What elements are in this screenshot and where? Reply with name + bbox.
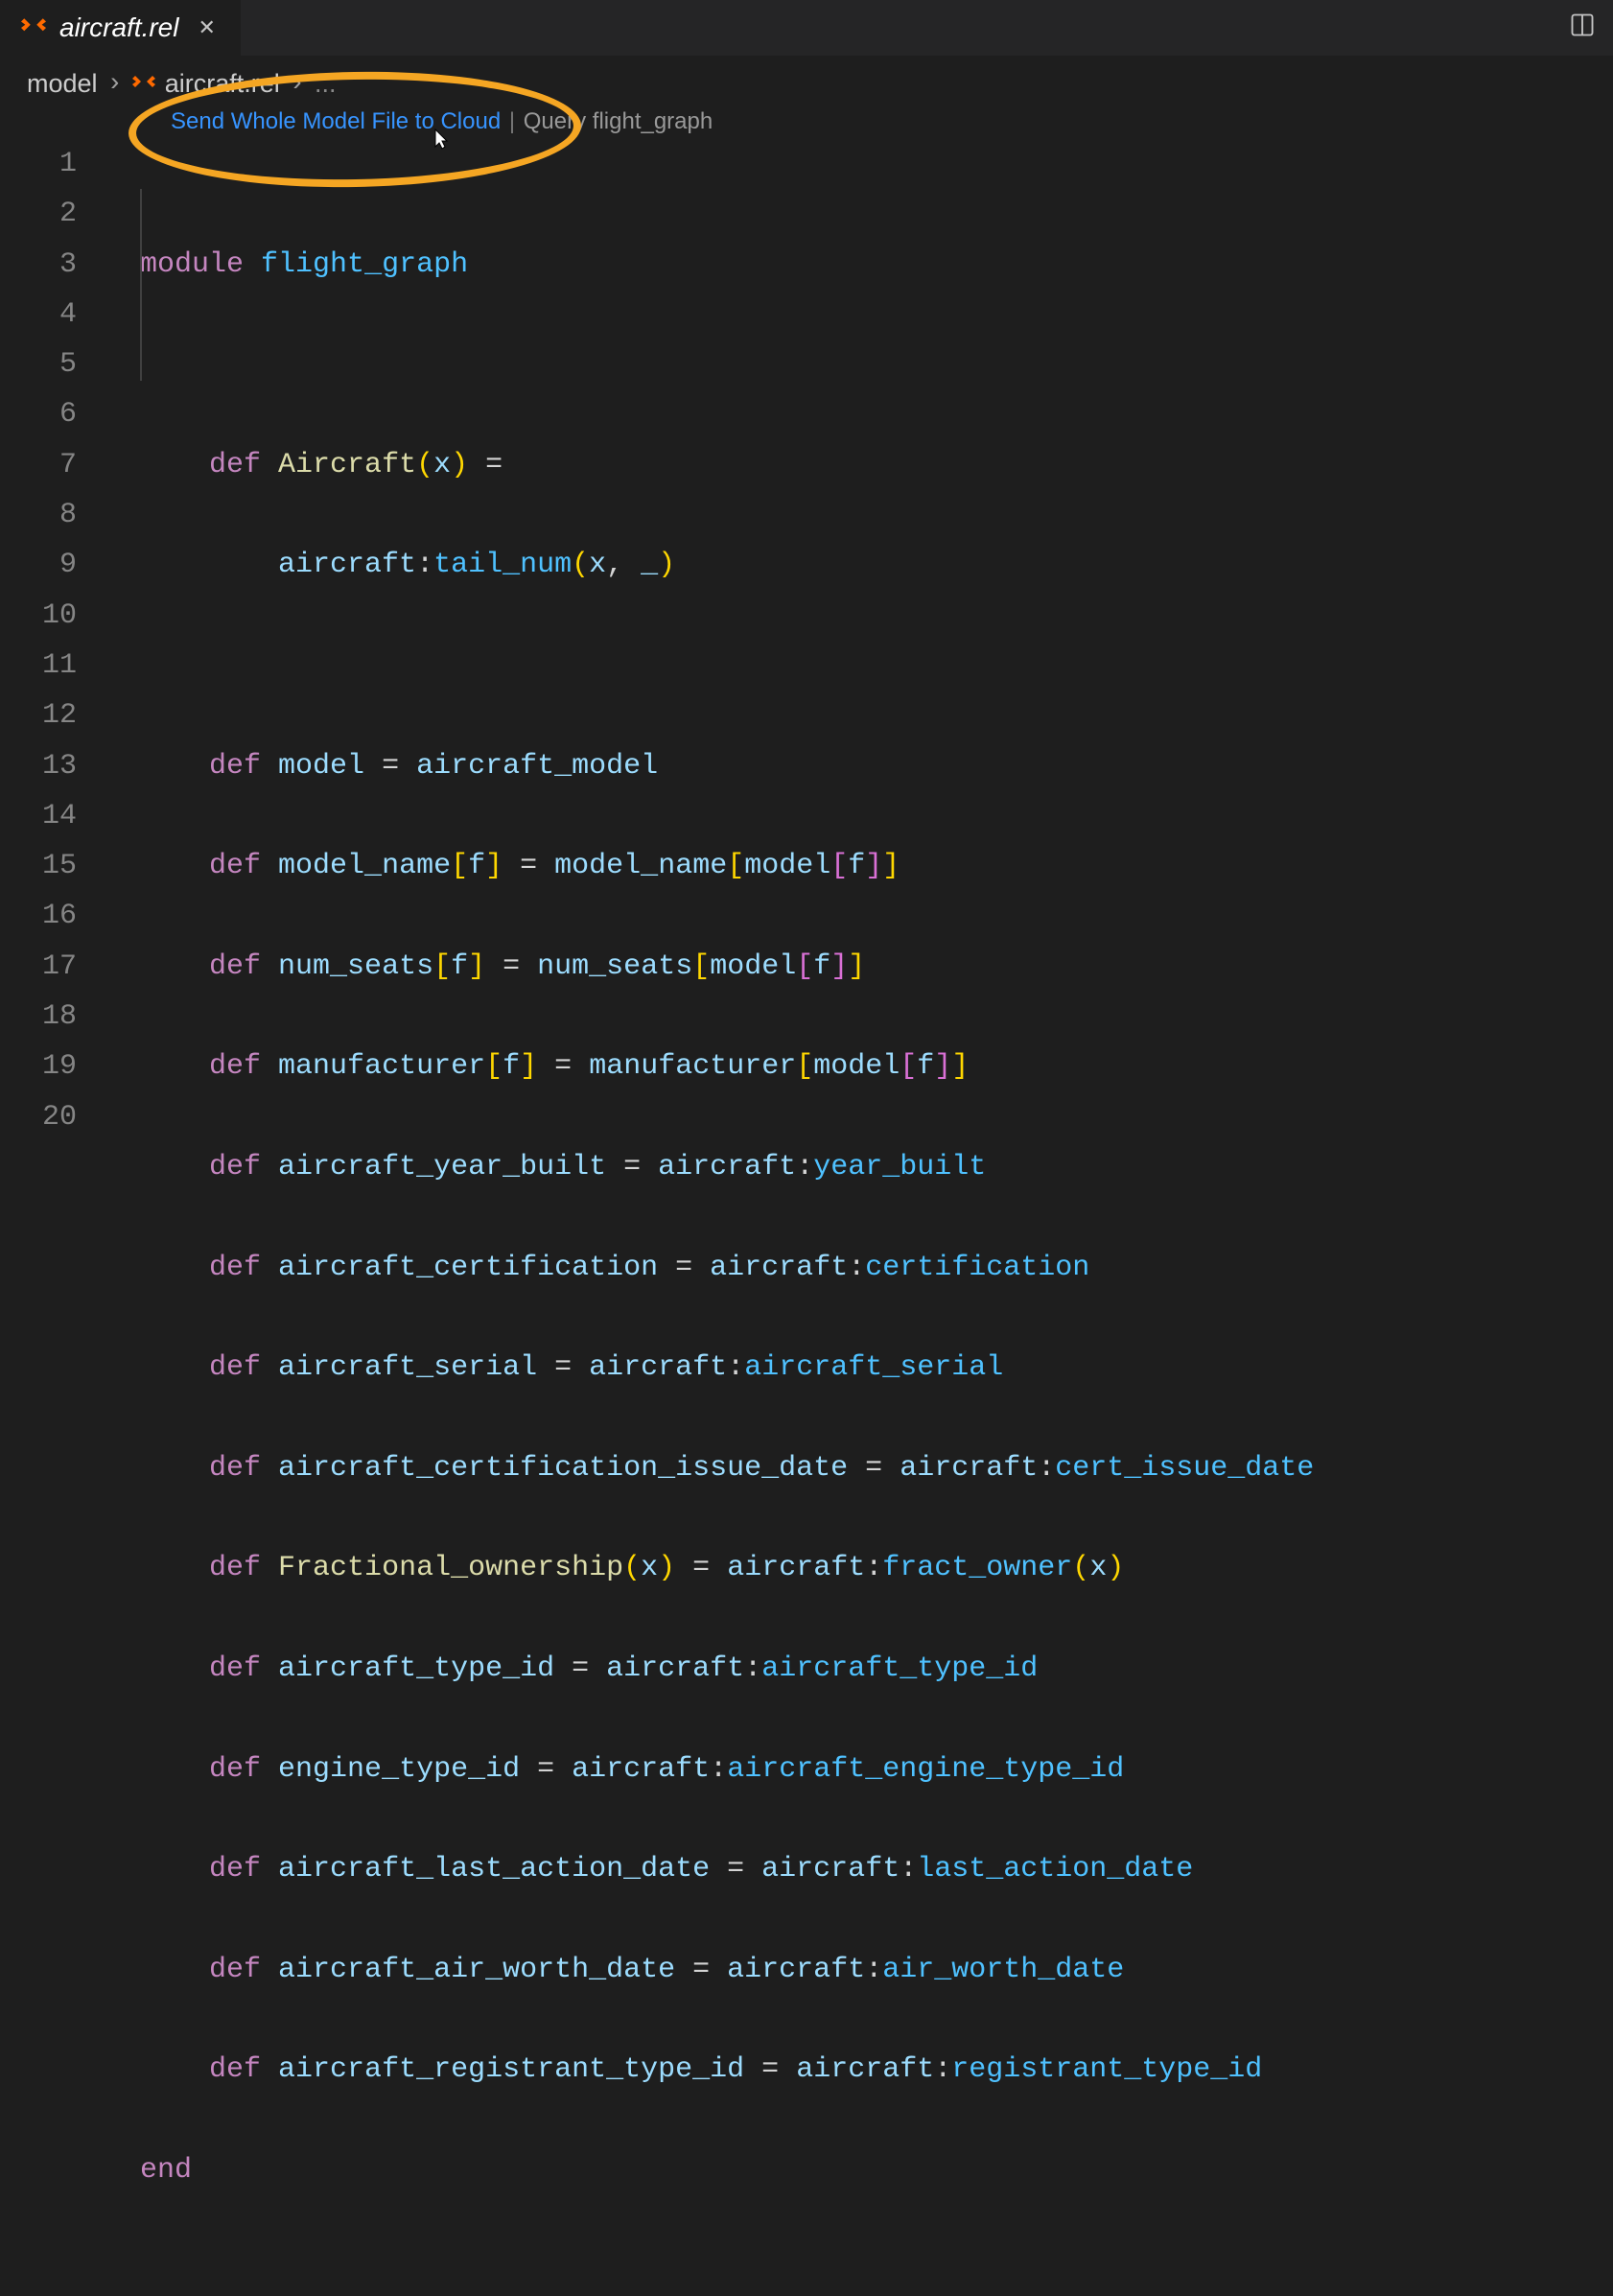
editor[interactable]: 1 2 3 4 5 6 7 8 9 10 11 12 13 14 15 16 1… <box>0 139 1613 2296</box>
tab-filename: aircraft.rel <box>59 12 178 43</box>
code-line: def num_seats[f] = num_seats[model[f]] <box>140 942 1314 992</box>
code-line: def Fractional_ownership(x) = aircraft:f… <box>140 1543 1314 1593</box>
breadcrumb-folder[interactable]: model <box>27 69 98 99</box>
line-number: 3 <box>0 240 77 290</box>
indent-guide <box>140 189 142 381</box>
line-number: 13 <box>0 741 77 791</box>
chevron-right-icon: › <box>107 70 123 99</box>
code-line: def model = aircraft_model <box>140 741 1314 791</box>
code-line: def aircraft_certification = aircraft:ce… <box>140 1243 1314 1293</box>
codelens-row: Send Whole Model File to Cloud | Query f… <box>0 108 1613 139</box>
editor-actions <box>1569 12 1596 46</box>
code-line: def Aircraft(x) = <box>140 440 1314 490</box>
line-number: 1 <box>0 139 77 189</box>
code-line: def aircraft_serial = aircraft:aircraft_… <box>140 1343 1314 1393</box>
line-number: 6 <box>0 389 77 439</box>
line-number: 12 <box>0 691 77 740</box>
line-number: 19 <box>0 1042 77 1091</box>
tab-bar: aircraft.rel ✕ <box>0 0 1613 56</box>
line-number: 18 <box>0 992 77 1042</box>
file-type-icon <box>132 73 155 96</box>
code-line: def engine_type_id = aircraft:aircraft_e… <box>140 1745 1314 1794</box>
code-line: def aircraft_year_built = aircraft:year_… <box>140 1142 1314 1192</box>
breadcrumb-symbol[interactable]: ... <box>315 69 337 99</box>
line-number: 8 <box>0 490 77 540</box>
line-number: 4 <box>0 290 77 340</box>
line-number: 17 <box>0 942 77 992</box>
code-line: def model_name[f] = model_name[model[f]] <box>140 841 1314 891</box>
code-line: def aircraft_last_action_date = aircraft… <box>140 1844 1314 1894</box>
line-number: 10 <box>0 591 77 641</box>
line-number-gutter: 1 2 3 4 5 6 7 8 9 10 11 12 13 14 15 16 1… <box>0 139 123 2296</box>
code-line: aircraft:tail_num(x, _) <box>140 540 1314 590</box>
line-number: 5 <box>0 340 77 389</box>
code-line <box>140 340 1314 389</box>
codelens-send-to-cloud[interactable]: Send Whole Model File to Cloud <box>171 108 501 134</box>
code-line <box>140 641 1314 691</box>
codelens-separator: | <box>509 108 515 134</box>
line-number: 11 <box>0 641 77 691</box>
codelens-query[interactable]: Query flight_graph <box>524 108 713 134</box>
tab-active[interactable]: aircraft.rel ✕ <box>0 0 242 56</box>
code-line: def aircraft_air_worth_date = aircraft:a… <box>140 1945 1314 1995</box>
line-number: 7 <box>0 440 77 490</box>
code-line: end <box>140 2145 1314 2195</box>
code-line: def aircraft_certification_issue_date = … <box>140 1443 1314 1493</box>
line-number: 2 <box>0 189 77 239</box>
code-line: def aircraft_type_id = aircraft:aircraft… <box>140 1644 1314 1694</box>
breadcrumb[interactable]: model › aircraft.rel › ... <box>0 56 1613 108</box>
line-number: 14 <box>0 791 77 841</box>
line-number: 16 <box>0 891 77 941</box>
split-editor-icon[interactable] <box>1569 20 1596 46</box>
line-number: 9 <box>0 540 77 590</box>
line-number: 15 <box>0 841 77 891</box>
code-content[interactable]: module flight_graph def Aircraft(x) = ai… <box>123 139 1314 2296</box>
chevron-right-icon: › <box>290 70 305 99</box>
code-line: def manufacturer[f] = manufacturer[model… <box>140 1042 1314 1091</box>
breadcrumb-file[interactable]: aircraft.rel <box>165 69 280 99</box>
file-type-icon <box>21 15 46 40</box>
code-line: module flight_graph <box>140 240 1314 290</box>
code-line: def aircraft_registrant_type_id = aircra… <box>140 2045 1314 2095</box>
line-number: 20 <box>0 1092 77 1142</box>
close-icon[interactable]: ✕ <box>192 13 221 42</box>
